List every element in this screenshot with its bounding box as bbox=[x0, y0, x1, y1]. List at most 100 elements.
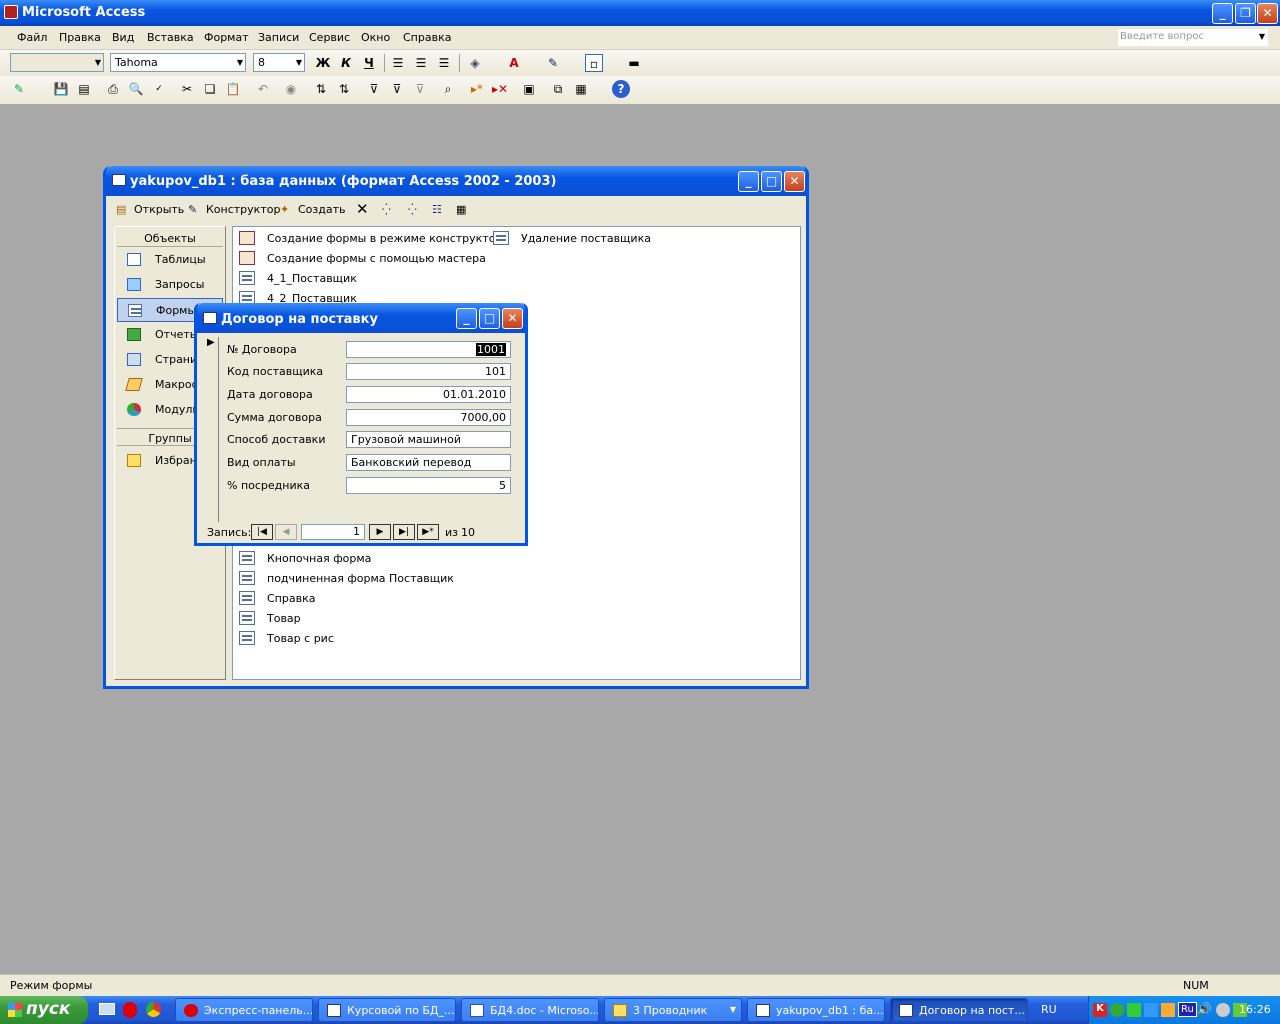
search-file-icon[interactable]: ▤ bbox=[75, 80, 93, 98]
taskbar-button-access-course[interactable]: Курсовой по БД_... bbox=[318, 998, 456, 1022]
list-view-icon[interactable]: ☷ bbox=[432, 203, 442, 216]
payment-type-field[interactable]: Банковский перевод bbox=[346, 454, 511, 471]
agent-percent-field[interactable]: 5 bbox=[346, 477, 511, 494]
menu-records[interactable]: Записи bbox=[258, 31, 299, 44]
cut-icon[interactable]: ✂ bbox=[178, 80, 196, 98]
create-button[interactable]: Создать bbox=[298, 203, 346, 216]
show-desktop-icon[interactable] bbox=[99, 1003, 115, 1015]
last-record-button[interactable]: ▶| bbox=[393, 524, 415, 540]
sort-descending-icon[interactable]: ⇅ bbox=[335, 80, 353, 98]
line-color-icon[interactable]: ✎ bbox=[544, 54, 562, 72]
keyboard-layout-indicator[interactable]: Ru bbox=[1178, 1002, 1197, 1017]
nav-queries[interactable]: Запросы bbox=[117, 273, 223, 297]
menu-view[interactable]: Вид bbox=[112, 31, 134, 44]
spelling-icon[interactable]: ✓ bbox=[150, 80, 168, 98]
align-center-icon[interactable]: ☰ bbox=[412, 54, 430, 72]
db-minimize-button[interactable]: _ bbox=[738, 171, 759, 192]
language-indicator[interactable]: RU bbox=[1041, 1003, 1057, 1016]
contract-sum-field[interactable]: 7000,00 bbox=[346, 409, 511, 426]
menu-tools[interactable]: Сервис bbox=[309, 31, 350, 44]
menu-edit[interactable]: Правка bbox=[59, 31, 101, 44]
taskbar-button-explorer[interactable]: 3 Проводник ▼ bbox=[604, 998, 742, 1022]
taskbar-button-opera[interactable]: Экспресс-панель... bbox=[175, 998, 313, 1022]
sort-ascending-icon[interactable]: ⇅ bbox=[312, 80, 330, 98]
previous-record-button[interactable]: ◀ bbox=[275, 524, 297, 540]
menu-window[interactable]: Окно bbox=[361, 31, 390, 44]
tray-app-icon[interactable] bbox=[1216, 1003, 1230, 1017]
print-icon[interactable]: ⎙ bbox=[104, 80, 122, 98]
kaspersky-icon[interactable]: K bbox=[1093, 1003, 1107, 1017]
line-width-icon[interactable]: ▬ bbox=[625, 54, 643, 72]
italic-button[interactable]: К bbox=[337, 54, 355, 72]
current-record-input[interactable]: 1 bbox=[301, 524, 365, 540]
large-icons-icon[interactable]: ⁛ bbox=[382, 203, 391, 216]
font-combo[interactable]: Tahoma ▼ bbox=[110, 53, 246, 72]
menu-help[interactable]: Справка bbox=[403, 31, 451, 44]
volume-icon[interactable]: 🔊 bbox=[1197, 1002, 1212, 1016]
record-selector[interactable]: ▶ bbox=[203, 337, 219, 522]
properties-icon[interactable]: ▣ bbox=[520, 80, 538, 98]
close-button[interactable]: ✕ bbox=[1257, 3, 1278, 24]
help-icon[interactable]: ? bbox=[612, 80, 630, 98]
new-object-icon[interactable]: ▦ bbox=[572, 80, 590, 98]
taskbar-button-word[interactable]: БД4.doc - Microso... bbox=[461, 998, 599, 1022]
form-minimize-button[interactable]: _ bbox=[456, 308, 477, 329]
menu-insert[interactable]: Вставка bbox=[147, 31, 194, 44]
opera-quicklaunch-icon[interactable] bbox=[123, 1002, 137, 1018]
align-left-icon[interactable]: ☰ bbox=[389, 54, 407, 72]
filter-by-selection-icon[interactable]: ⊽ bbox=[365, 80, 383, 98]
chrome-quicklaunch-icon[interactable] bbox=[146, 1002, 161, 1017]
clock[interactable]: 16:26 bbox=[1239, 1003, 1271, 1016]
tray-app-icon[interactable] bbox=[1161, 1003, 1175, 1017]
delivery-method-field[interactable]: Грузовой машиной bbox=[346, 431, 511, 448]
find-icon[interactable]: ⌕ bbox=[439, 80, 457, 98]
design-button[interactable]: Конструктор bbox=[206, 203, 280, 216]
database-window-icon[interactable]: ⧉ bbox=[549, 80, 567, 98]
object-combo[interactable]: ▼ bbox=[10, 53, 104, 72]
paste-icon[interactable]: 📋 bbox=[224, 80, 242, 98]
network-icon[interactable] bbox=[1127, 1003, 1141, 1017]
details-view-icon[interactable]: ▦ bbox=[456, 203, 466, 216]
undo-icon[interactable]: ↶ bbox=[254, 80, 272, 98]
bold-button[interactable]: Ж bbox=[314, 54, 332, 72]
contract-date-field[interactable]: 01.01.2010 bbox=[346, 386, 511, 403]
utorrent-icon[interactable] bbox=[1110, 1003, 1124, 1017]
menu-format[interactable]: Формат bbox=[204, 31, 249, 44]
underline-button[interactable]: Ч bbox=[360, 54, 378, 72]
view-icon[interactable]: ✎ bbox=[10, 80, 28, 98]
form-maximize-button[interactable]: □ bbox=[479, 308, 500, 329]
next-record-button[interactable]: ▶ bbox=[369, 524, 391, 540]
start-button[interactable]: пуск bbox=[0, 996, 88, 1024]
insert-hyperlink-icon[interactable]: ◉ bbox=[282, 80, 300, 98]
taskbar-button-database[interactable]: yakupov_db1 : ба... bbox=[747, 998, 885, 1022]
supplier-code-field[interactable]: 101 bbox=[346, 363, 511, 380]
form-close-button[interactable]: ✕ bbox=[502, 308, 523, 329]
first-record-button[interactable]: |◀ bbox=[251, 524, 273, 540]
new-record-icon[interactable]: ▸* bbox=[468, 80, 486, 98]
apply-filter-icon[interactable]: ⊽ bbox=[411, 80, 429, 98]
contract-number-field[interactable]: 1001 bbox=[346, 341, 511, 358]
print-preview-icon[interactable]: 🔍 bbox=[127, 80, 145, 98]
taskbar-button-form[interactable]: Договор на пост... bbox=[890, 998, 1028, 1022]
delete-icon[interactable]: ✕ bbox=[356, 200, 369, 218]
db-close-button[interactable]: ✕ bbox=[784, 171, 805, 192]
font-size-combo[interactable]: 8 ▼ bbox=[253, 53, 305, 72]
minimize-button[interactable]: _ bbox=[1212, 3, 1233, 24]
font-color-icon[interactable]: A bbox=[505, 54, 523, 72]
copy-icon[interactable]: ❏ bbox=[201, 80, 219, 98]
border-icon[interactable]: ▫ bbox=[585, 54, 603, 72]
menu-file[interactable]: Файл bbox=[17, 31, 47, 44]
db-maximize-button[interactable]: □ bbox=[761, 171, 782, 192]
fill-color-icon[interactable]: ◈ bbox=[466, 54, 484, 72]
filter-by-form-icon[interactable]: ⊽ bbox=[388, 80, 406, 98]
small-icons-icon[interactable]: ⁛ bbox=[408, 203, 417, 216]
tray-app-icon[interactable] bbox=[1144, 1003, 1158, 1017]
ask-question-input[interactable]: Введите вопрос ▼ bbox=[1118, 29, 1268, 46]
restore-button[interactable]: ❐ bbox=[1235, 3, 1256, 24]
open-button[interactable]: Открыть bbox=[134, 203, 184, 216]
align-right-icon[interactable]: ☰ bbox=[435, 54, 453, 72]
save-icon[interactable]: 💾 bbox=[52, 80, 70, 98]
nav-tables[interactable]: Таблицы bbox=[117, 248, 223, 272]
delete-record-icon[interactable]: ▸✕ bbox=[491, 80, 509, 98]
new-record-button[interactable]: ▶* bbox=[417, 524, 439, 540]
